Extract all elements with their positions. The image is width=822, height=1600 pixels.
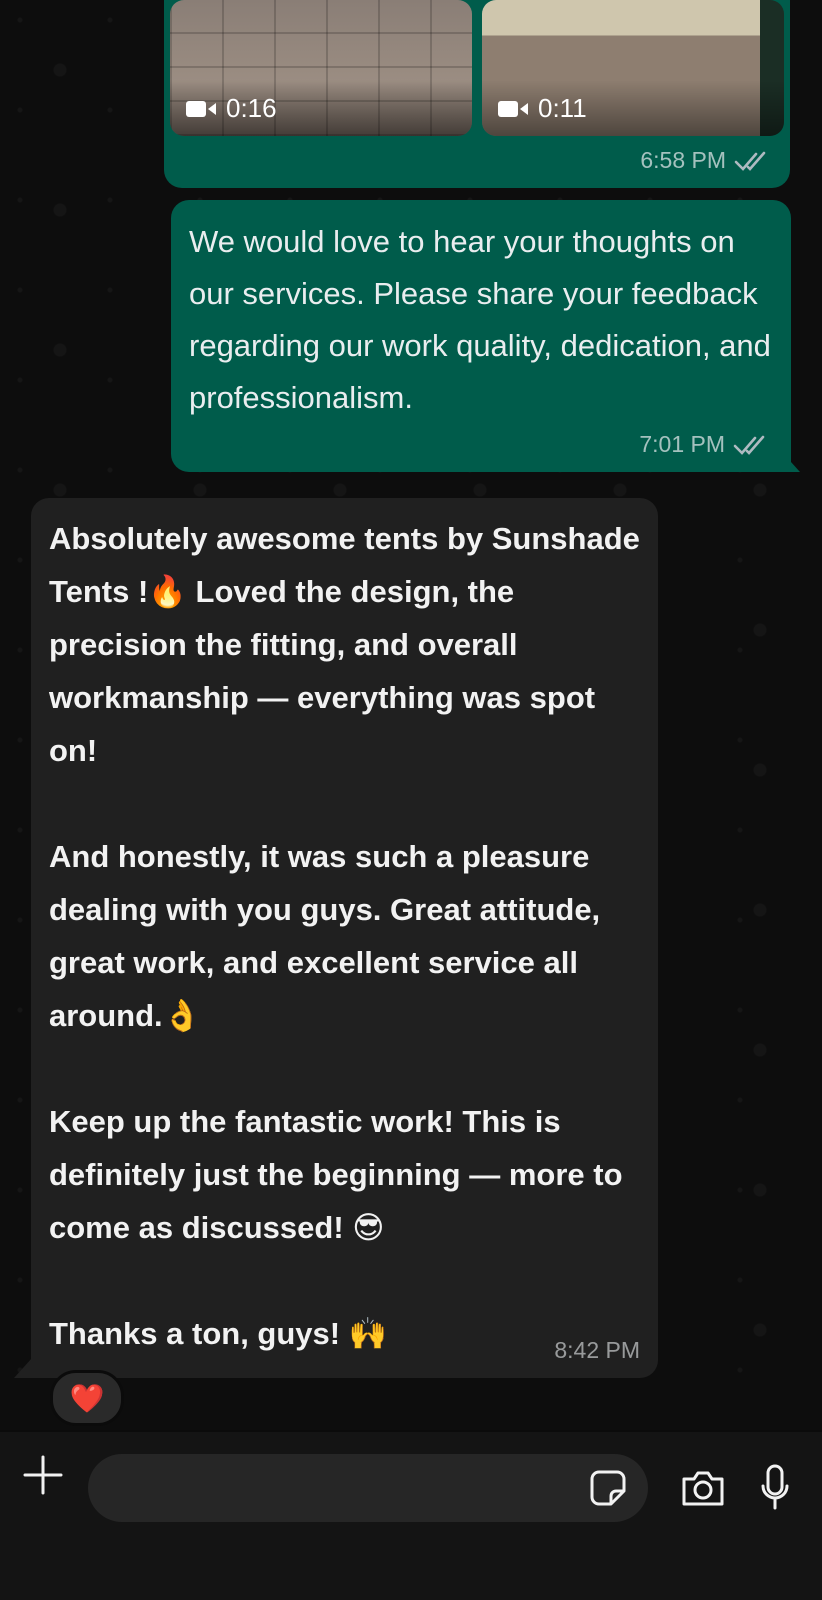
double-check-icon [734,151,766,171]
double-check-icon [733,435,765,455]
plus-icon[interactable] [22,1454,64,1496]
video-meta: 0:11 [498,93,587,124]
video-duration: 0:16 [226,93,277,123]
message-text: Absolutely awesome tents by Sunshade Ten… [49,521,640,1351]
composer-bar [0,1432,822,1600]
sticker-icon[interactable] [589,1469,627,1507]
heart-reaction: ❤️ [69,1382,105,1414]
video-meta: 0:16 [186,93,277,124]
outgoing-text-message[interactable]: We would love to hear your thoughts on o… [171,200,791,472]
video-camera-icon [186,100,216,117]
video-camera-icon [498,100,528,117]
video-thumbnail[interactable]: 0:16 [170,0,472,136]
camera-icon[interactable] [680,1468,726,1508]
message-timestamp: 7:01 PM [639,431,769,458]
video-duration: 0:11 [538,93,587,123]
message-timestamp: 6:58 PM [640,147,770,174]
timestamp-text: 6:58 PM [640,147,726,173]
message-input[interactable] [88,1454,648,1522]
timestamp-text: 7:01 PM [639,431,725,457]
bubble-tail [14,1358,32,1378]
bubble-tail [782,452,800,472]
message-text: We would love to hear your thoughts on o… [189,224,771,415]
video-thumbnail[interactable]: 0:11 [482,0,784,136]
microphone-icon[interactable] [760,1464,790,1512]
incoming-text-message[interactable]: Absolutely awesome tents by Sunshade Ten… [31,498,658,1378]
reaction-badge[interactable]: ❤️ [50,1370,124,1426]
outgoing-media-message[interactable]: 0:16 0:11 6:58 PM [164,0,790,188]
message-timestamp: 8:42 PM [554,1337,640,1363]
